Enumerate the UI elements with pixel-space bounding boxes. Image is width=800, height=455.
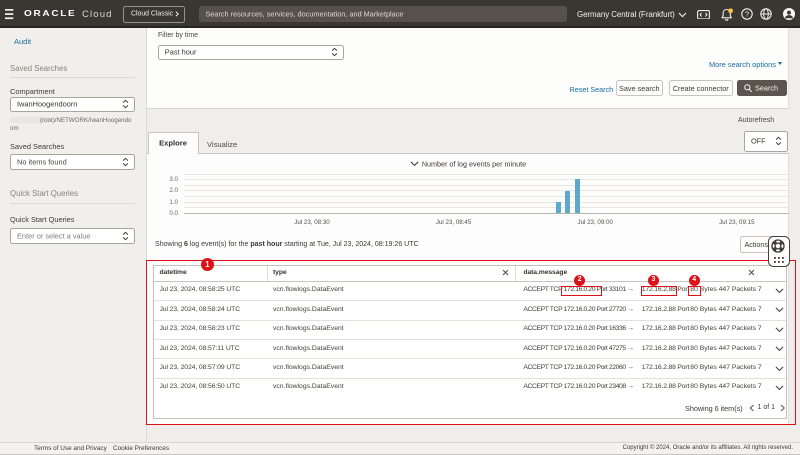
svg-text:?: ? — [744, 10, 748, 19]
